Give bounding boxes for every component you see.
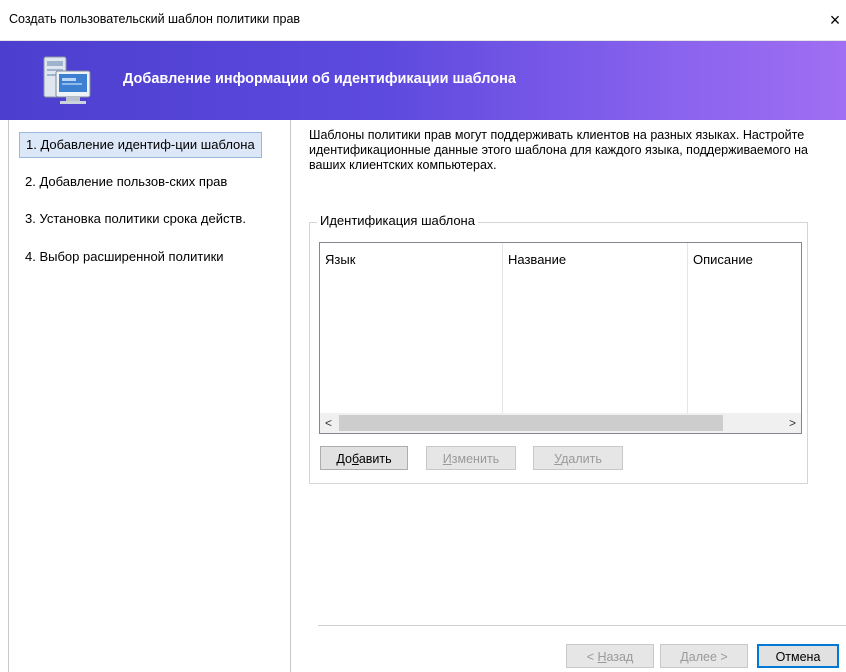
next-button[interactable]: Далее > [660,644,748,668]
description-text: Шаблоны политики прав могут поддерживать… [309,128,808,172]
delete-button[interactable]: Удалить [533,446,623,470]
column-header-description[interactable]: Описание [693,252,753,267]
column-header-language[interactable]: Язык [325,252,355,267]
column-header-name[interactable]: Название [508,252,566,267]
edit-button[interactable]: Изменить [426,446,516,470]
add-button[interactable]: Добавить [320,446,408,470]
scroll-left-icon[interactable]: < [320,413,337,433]
cancel-button[interactable]: Отмена [757,644,839,668]
computer-policy-icon [43,56,91,104]
window-title: Создать пользовательский шаблон политики… [9,12,301,26]
footer-separator [318,625,846,626]
horizontal-scrollbar[interactable]: < > [320,413,801,433]
group-label: Идентификация шаблона [317,213,478,228]
step-item-identification[interactable]: 1. Добавление идентиф-ции шаблона [19,132,262,158]
close-icon[interactable]: × [824,5,846,35]
back-button[interactable]: < Назад [566,644,654,668]
column-language[interactable]: Язык [320,243,503,413]
column-name[interactable]: Название [503,243,688,413]
scrollbar-thumb[interactable] [339,415,723,431]
steps-panel: 1. Добавление идентиф-ции шаблона 2. Доб… [8,120,291,672]
identification-list[interactable]: Язык Название Описание < > [319,242,802,434]
header-banner: Добавление информации об идентификации ш… [0,41,846,120]
banner-title: Добавление информации об идентификации ш… [123,71,516,87]
column-description[interactable]: Описание [688,243,801,413]
title-bar: Создать пользовательский шаблон политики… [0,0,846,41]
step-item-user-rights[interactable]: 2. Добавление пользов-ских прав [19,170,233,194]
scroll-right-icon[interactable]: > [784,413,801,433]
step-item-expiration-policy[interactable]: 3. Установка политики срока действ. [19,207,252,231]
step-item-extended-policy[interactable]: 4. Выбор расширенной политики [19,245,230,269]
